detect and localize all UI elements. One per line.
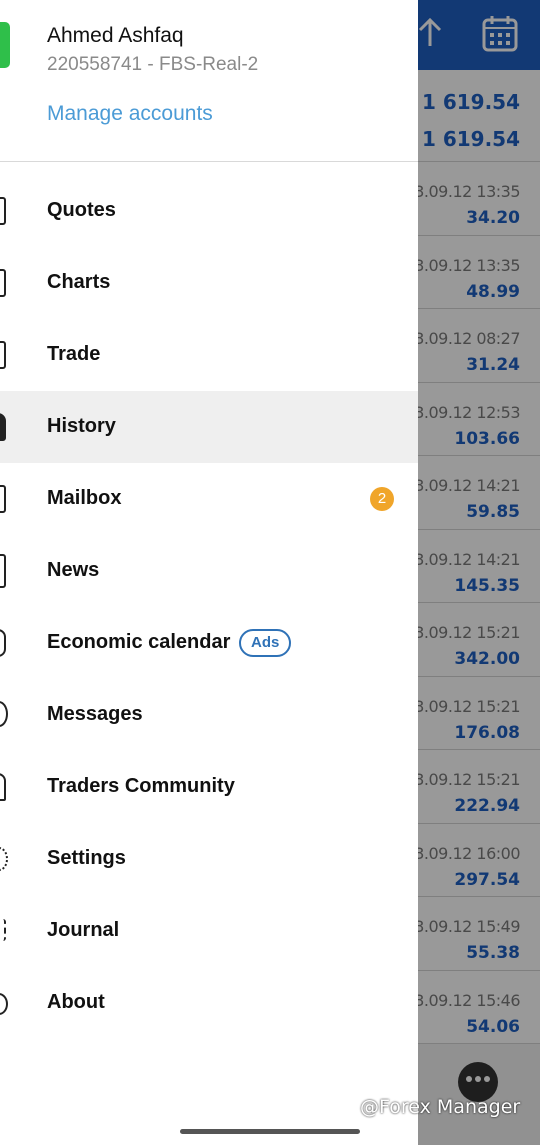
calendar-icon: [0, 629, 6, 657]
watermark: @Forex Manager: [360, 1096, 521, 1118]
messages-icon: [0, 701, 8, 727]
menu-item-label: History: [47, 415, 116, 437]
menu-item-journal[interactable]: Journal: [0, 895, 418, 967]
charts-icon: [0, 269, 6, 297]
menu-item-label: Quotes: [47, 199, 116, 221]
mailbox-icon: [0, 485, 6, 513]
news-icon: [0, 554, 6, 588]
menu-item-trade[interactable]: Trade: [0, 319, 418, 391]
menu-item-settings[interactable]: Settings: [0, 823, 418, 895]
menu-item-label: Economic calendar: [47, 631, 231, 653]
history-icon: [0, 413, 6, 441]
menu-item-about[interactable]: About: [0, 967, 418, 1039]
menu-item-label: Trade: [47, 343, 101, 365]
menu-item-label: Settings: [47, 847, 126, 869]
manage-accounts-link[interactable]: Manage accounts: [47, 102, 213, 126]
gear-icon: [0, 847, 8, 871]
drawer-menu: Quotes Charts Trade History Mailbox 2 Ne…: [0, 175, 418, 1039]
account-avatar[interactable]: [0, 22, 10, 68]
menu-item-news[interactable]: News: [0, 535, 418, 607]
community-icon: [0, 773, 6, 801]
journal-icon: [0, 919, 6, 941]
account-number: 220558741 - FBS-Real-2: [47, 54, 259, 75]
menu-item-history[interactable]: History: [0, 391, 418, 463]
navigation-drawer: Ahmed Ashfaq 220558741 - FBS-Real-2 Mana…: [0, 0, 418, 1145]
menu-item-quotes[interactable]: Quotes: [0, 175, 418, 247]
menu-item-label: Messages: [47, 703, 143, 725]
menu-item-traders-community[interactable]: Traders Community: [0, 751, 418, 823]
user-name: Ahmed Ashfaq: [47, 24, 184, 47]
menu-item-mailbox[interactable]: Mailbox 2: [0, 463, 418, 535]
menu-item-economic-calendar[interactable]: Economic calendar Ads: [0, 607, 418, 679]
quotes-icon: [0, 197, 6, 225]
menu-item-label: Charts: [47, 271, 111, 293]
trade-icon: [0, 341, 6, 369]
menu-item-label: Traders Community: [47, 775, 235, 797]
unread-badge: 2: [370, 487, 394, 511]
divider: [0, 161, 418, 162]
menu-item-label: Mailbox: [47, 487, 122, 509]
menu-item-label: News: [47, 559, 100, 581]
menu-item-charts[interactable]: Charts: [0, 247, 418, 319]
ads-tag: Ads: [239, 629, 292, 657]
menu-item-label: Journal: [47, 919, 120, 941]
home-indicator[interactable]: [180, 1129, 360, 1134]
menu-item-label: About: [47, 991, 105, 1013]
menu-item-messages[interactable]: Messages: [0, 679, 418, 751]
about-icon: [0, 993, 8, 1015]
